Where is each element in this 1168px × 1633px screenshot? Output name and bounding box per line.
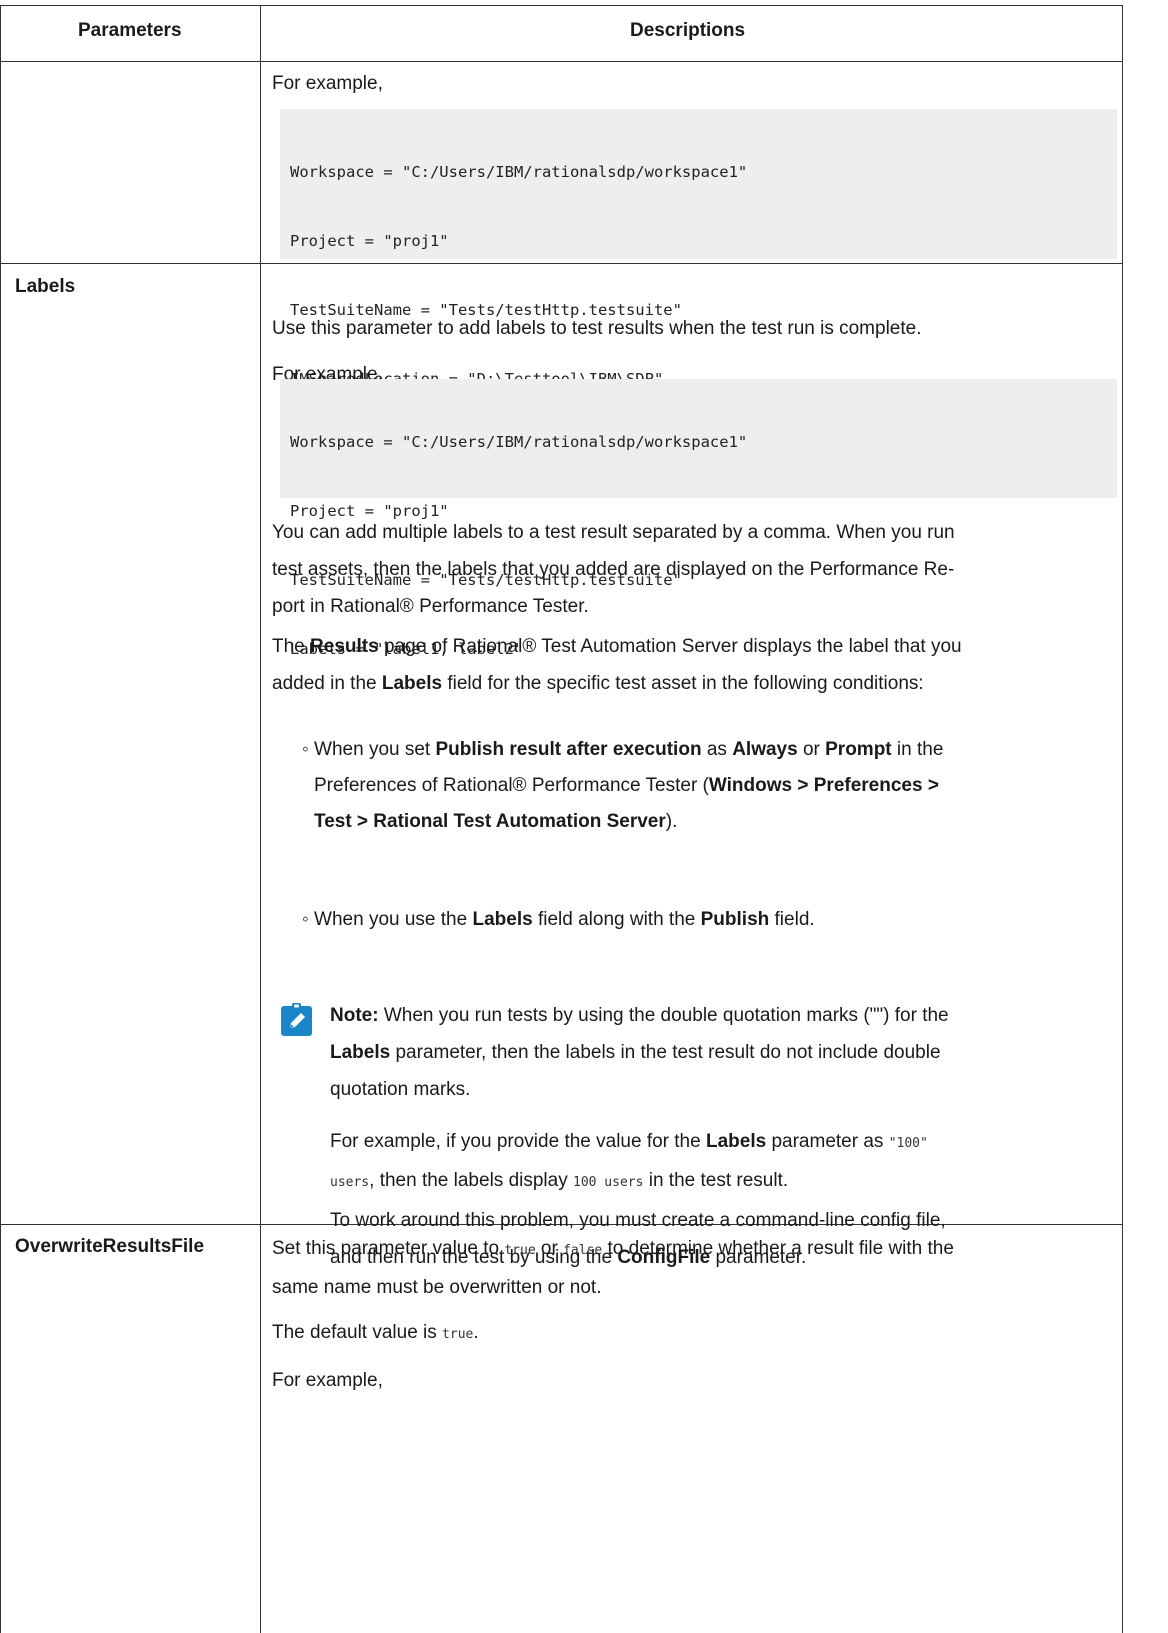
- inline-code: "100": [888, 1136, 928, 1151]
- note-example-paragraph: For example, if you provide the value fo…: [330, 1123, 1112, 1201]
- text: field.: [769, 909, 815, 930]
- paragraph-line: Set this parameter value to true or fals…: [272, 1230, 1112, 1269]
- text: page of Rational® Test Automation Server…: [378, 636, 962, 657]
- text: added in the: [272, 673, 382, 694]
- text: Set this parameter value to: [272, 1238, 505, 1259]
- text: When you run tests by using the double q…: [378, 1005, 949, 1026]
- bold-text: Labels: [472, 909, 533, 930]
- text: , then the labels display: [369, 1170, 573, 1191]
- bold-text: Prompt: [825, 739, 892, 760]
- note-line: Note: When you run tests by using the do…: [330, 997, 1112, 1034]
- paragraph-line: You can add multiple labels to a test re…: [272, 522, 955, 543]
- bullet-icon: ◦: [302, 909, 309, 930]
- inline-code: false: [563, 1243, 603, 1258]
- text: as: [701, 739, 733, 760]
- bold-text: Publish result after execution: [435, 739, 702, 760]
- table-right-border: [1122, 5, 1123, 1633]
- table-left-border: [0, 5, 1, 1633]
- for-example-text: For example,: [272, 73, 383, 94]
- overwrite-paragraph: Set this parameter value to true or fals…: [272, 1230, 1112, 1306]
- code-line: Workspace = "C:/Users/IBM/rationalsdp/wo…: [290, 163, 748, 181]
- column-divider: [260, 5, 261, 1633]
- bold-text: Test > Rational Test Automation Server: [314, 811, 666, 832]
- inline-code: true: [442, 1327, 474, 1342]
- text: The default value is: [272, 1322, 443, 1343]
- table-top-border: [0, 5, 1123, 6]
- default-value-text: The default value is true.: [272, 1317, 1112, 1351]
- inline-code: 100 users: [573, 1175, 644, 1190]
- text: When you use the: [308, 909, 473, 930]
- paragraph-line: added in the Labels field for the specif…: [272, 665, 1112, 702]
- paragraph-line: The Results page of Rational® Test Autom…: [272, 628, 1112, 665]
- code-line: Project = "proj1": [290, 232, 449, 250]
- header-descriptions: Descriptions: [630, 20, 746, 41]
- bullet-line: Test > Rational Test Automation Server).: [302, 804, 1112, 840]
- text: or: [535, 1238, 564, 1259]
- bold-text: Labels: [705, 1131, 767, 1152]
- note-line: users, then the labels display 100 users…: [330, 1162, 1112, 1201]
- text: parameter, then the labels in the test r…: [390, 1042, 941, 1063]
- multiple-labels-paragraph: You can add multiple labels to a test re…: [272, 514, 1112, 625]
- note-line: quotation marks.: [330, 1079, 471, 1100]
- bold-text: Labels: [381, 673, 443, 694]
- for-example-text: For example,: [272, 1370, 383, 1391]
- code-block: Workspace = "C:/Users/IBM/rationalsdp/wo…: [280, 379, 1117, 658]
- bold-text: Windows > Preferences >: [708, 775, 939, 796]
- labels-intro: Use this parameter to add labels to test…: [272, 318, 922, 339]
- code-block: Workspace = "C:/Users/IBM/rationalsdp/wo…: [280, 109, 1117, 388]
- param-overwrite-results-file: OverwriteResultsFile: [15, 1236, 205, 1257]
- text: field for the specific test asset in the…: [442, 673, 924, 694]
- inline-code: users: [330, 1175, 370, 1190]
- paragraph-line: port in Rational® Performance Tester.: [272, 596, 589, 617]
- text: in the test result.: [643, 1170, 789, 1191]
- text: to determine whether a result file with …: [602, 1238, 954, 1259]
- pencil-note-icon: [281, 1003, 312, 1036]
- bullet-line: Preferences of Rational® Performance Tes…: [302, 768, 1112, 804]
- bold-text: Labels: [330, 1042, 391, 1063]
- inline-code: true: [504, 1243, 536, 1258]
- note-paragraph: Note: When you run tests by using the do…: [330, 997, 1112, 1108]
- list-item: ◦ When you set Publish result after exec…: [302, 732, 1112, 840]
- results-paragraph: The Results page of Rational® Test Autom…: [272, 628, 1112, 702]
- text: field along with the: [532, 909, 701, 930]
- text: or: [797, 739, 826, 760]
- header-bottom-border: [0, 61, 1123, 62]
- note-label: Note:: [330, 1005, 379, 1026]
- bullet-icon: ◦: [302, 739, 309, 760]
- bold-text: Always: [732, 739, 798, 760]
- note-line: For example, if you provide the value fo…: [330, 1123, 1112, 1162]
- bold-text: Publish: [700, 909, 770, 930]
- code-line: Workspace = "C:/Users/IBM/rationalsdp/wo…: [290, 433, 748, 451]
- header-parameters: Parameters: [78, 20, 182, 41]
- bullet-line: ◦ When you set Publish result after exec…: [302, 732, 1112, 768]
- paragraph-line: test assets, then the labels that you ad…: [272, 559, 955, 580]
- bold-text: Results: [310, 636, 379, 657]
- text: in the: [891, 739, 944, 760]
- paragraph-line: same name must be overwritten or not.: [272, 1277, 602, 1298]
- text: Preferences of Rational® Performance Tes…: [314, 775, 709, 796]
- text: For example, if you provide the value fo…: [330, 1131, 706, 1152]
- param-labels: Labels: [15, 276, 76, 297]
- text: .: [473, 1322, 479, 1343]
- text: ).: [665, 811, 678, 832]
- list-item: ◦ When you use the Labels field along wi…: [302, 903, 1112, 937]
- text: When you set: [308, 739, 436, 760]
- text: parameter as: [766, 1131, 889, 1152]
- text: The: [272, 636, 311, 657]
- note-line: Labels parameter, then the labels in the…: [330, 1034, 1112, 1071]
